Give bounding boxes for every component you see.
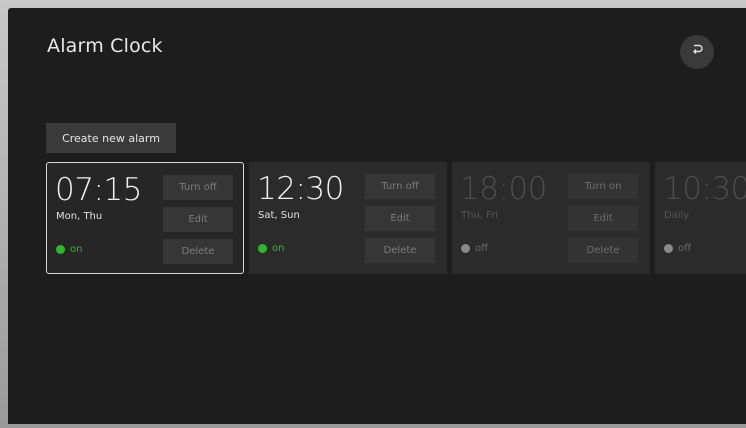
alarm-status-label: off (678, 243, 692, 254)
delete-button[interactable]: Delete (365, 238, 435, 263)
status-dot-icon (56, 245, 65, 254)
alarm-card[interactable]: 07:15 Mon, Thu on Turn off Edit Delete (46, 162, 244, 274)
status-dot-icon (664, 244, 673, 253)
alarm-status-label: on (272, 243, 285, 254)
alarm-status: off (461, 243, 488, 254)
edit-button[interactable]: Edit (568, 206, 638, 231)
delete-button[interactable]: Delete (568, 238, 638, 263)
alarm-days: Sat, Sun (258, 210, 300, 221)
return-arrow-icon (689, 42, 705, 62)
delete-button[interactable]: Delete (163, 239, 233, 264)
edit-button[interactable]: Edit (163, 207, 233, 232)
alarm-days: Thu, Fri (461, 210, 499, 221)
alarm-card[interactable]: 18:00 Thu, Fri off Turn on Edit Delete (452, 162, 650, 274)
alarm-status-label: on (70, 244, 83, 255)
edit-button[interactable]: Edit (365, 206, 435, 231)
alarm-card[interactable]: 12:30 Sat, Sun on Turn off Edit Delete (249, 162, 447, 274)
alarm-time: 07:15 (55, 172, 142, 208)
alarm-days: Mon, Thu (56, 211, 103, 222)
alarm-status: on (56, 244, 82, 255)
alarm-status-label: off (475, 243, 489, 254)
turn-on-button[interactable]: Turn on (568, 174, 638, 199)
create-new-alarm-button[interactable]: Create new alarm (46, 123, 176, 153)
alarm-status: off (664, 243, 691, 254)
device-frame: Alarm Clock Create new alarm 07:15 Mon, … (0, 0, 746, 428)
status-dot-icon (461, 244, 470, 253)
tv-screen: Alarm Clock Create new alarm 07:15 Mon, … (8, 8, 746, 424)
alarm-actions: Turn off Edit Delete (163, 175, 233, 271)
alarm-time: 12:30 (257, 171, 344, 207)
page-title: Alarm Clock (47, 35, 163, 57)
back-button[interactable] (680, 35, 714, 69)
alarm-days: Daily (664, 210, 690, 221)
alarm-actions: Turn on Edit Delete (568, 174, 638, 270)
alarm-time: 10:30 (663, 171, 746, 207)
alarm-time: 18:00 (460, 171, 547, 207)
status-dot-icon (258, 244, 267, 253)
turn-off-button[interactable]: Turn off (163, 175, 233, 200)
alarm-card[interactable]: 10:30 Daily off (655, 162, 746, 274)
alarm-status: on (258, 243, 284, 254)
alarm-list: 07:15 Mon, Thu on Turn off Edit Delete 1… (46, 162, 746, 274)
turn-off-button[interactable]: Turn off (365, 174, 435, 199)
alarm-actions: Turn off Edit Delete (365, 174, 435, 270)
